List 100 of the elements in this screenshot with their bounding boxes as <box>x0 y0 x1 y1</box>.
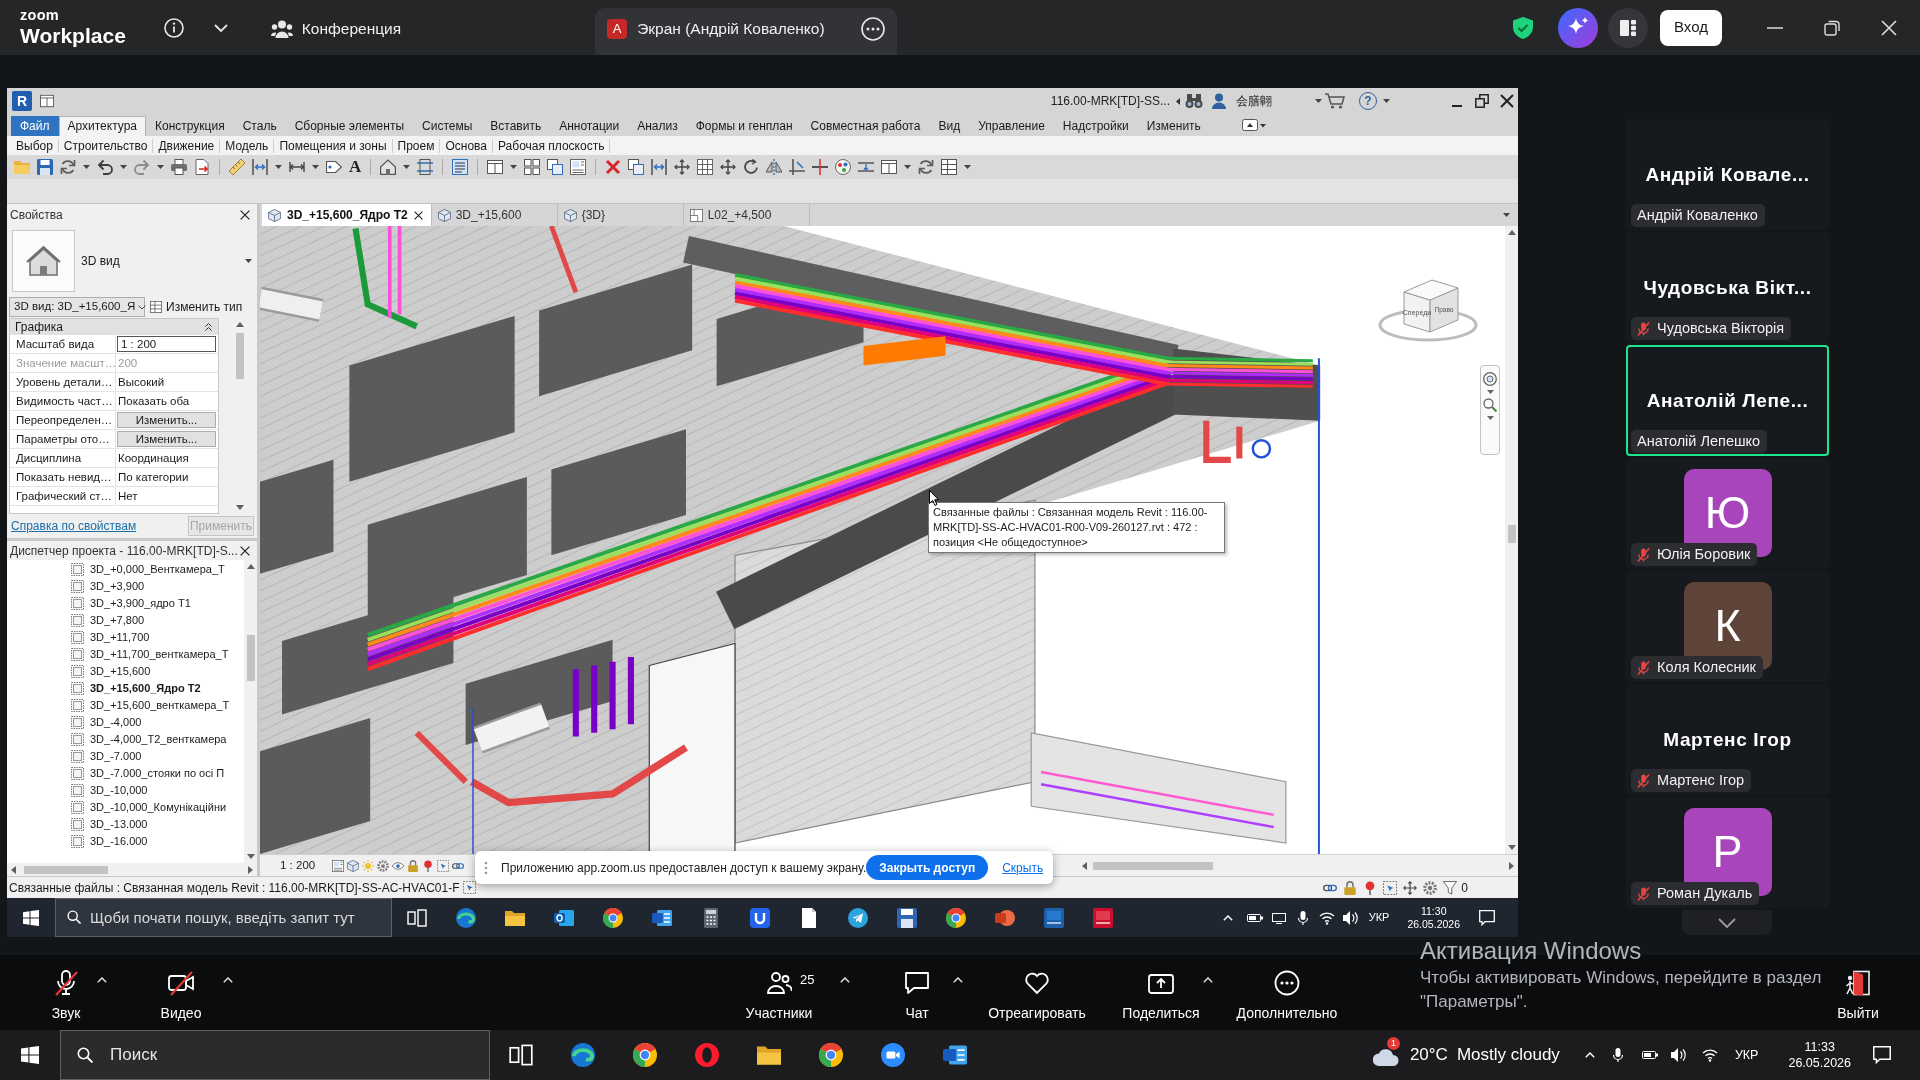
document-tile-icon[interactable] <box>651 907 672 928</box>
scrollbar-thumb[interactable] <box>235 333 244 379</box>
caret-icon[interactable] <box>953 977 963 983</box>
caret-icon[interactable] <box>223 977 233 983</box>
microphone-icon[interactable] <box>1612 1048 1623 1062</box>
stop-sharing-button[interactable]: Закрыть доступ <box>866 855 989 880</box>
caret-icon[interactable] <box>403 165 411 169</box>
tiles-icon[interactable] <box>524 159 541 175</box>
tree-item[interactable]: 3D_+3,900_ядро Т1 <box>71 595 244 612</box>
window-icon[interactable] <box>487 159 504 175</box>
tricolor-circle-icon[interactable] <box>819 1043 843 1067</box>
toolbar-button[interactable]: Чат <box>892 955 942 1030</box>
sync-icon[interactable] <box>60 159 76 175</box>
close-icon[interactable] <box>240 545 250 556</box>
toolbar-button[interactable]: Поделиться <box>1119 955 1203 1030</box>
speaker-icon[interactable] <box>1670 1047 1687 1063</box>
toolbar-button[interactable]: Дополнительно <box>1230 955 1344 1030</box>
window-icon[interactable] <box>881 159 898 175</box>
align-icon[interactable] <box>651 159 668 175</box>
ribbon-panel-tab[interactable]: Выбор <box>11 138 59 153</box>
lock-icon[interactable] <box>407 859 420 872</box>
ribbon-panel-tab[interactable]: Движение <box>153 138 221 153</box>
sheet-icon[interactable] <box>570 159 587 175</box>
ribbon-tab[interactable]: Формы и генплан <box>686 116 802 136</box>
sheet-icon[interactable] <box>332 859 345 872</box>
ribbon-tab[interactable]: Анализ <box>628 116 687 136</box>
tree-item[interactable]: 3D_+7,800 <box>71 612 244 629</box>
delete-icon[interactable] <box>605 159 622 175</box>
info-icon[interactable] <box>163 17 184 38</box>
palette-icon[interactable] <box>835 159 852 175</box>
weather-condition[interactable]: Mostly cloudy <box>1456 1042 1560 1068</box>
gear-icon[interactable] <box>1423 880 1438 895</box>
app-tile-icon[interactable] <box>1092 907 1113 928</box>
split-icon[interactable] <box>812 159 829 175</box>
type-selector[interactable]: 3D вид <box>7 226 257 296</box>
undo-icon[interactable] <box>97 159 113 175</box>
tricolor-circle-icon[interactable] <box>945 907 966 928</box>
house-icon[interactable] <box>380 159 397 175</box>
scroll-up-icon[interactable] <box>235 322 244 327</box>
tree-item[interactable]: 3D_+11,700_венткамера_Т <box>71 646 244 663</box>
dimension-icon[interactable] <box>289 159 305 175</box>
grid-icon[interactable] <box>697 159 714 175</box>
caret-icon[interactable] <box>1503 213 1510 217</box>
language-indicator[interactable]: УКР <box>1734 1045 1759 1065</box>
toolbar-button[interactable]: Отреагировать <box>984 955 1090 1030</box>
windows-logo-icon[interactable] <box>21 1046 39 1064</box>
concentric-circles-icon[interactable] <box>1483 372 1497 386</box>
cart-icon[interactable] <box>1325 93 1345 109</box>
tree-item[interactable]: 3D_-4,000 <box>71 714 244 731</box>
close-icon[interactable] <box>240 210 250 220</box>
scroll-down-icon[interactable] <box>246 854 255 859</box>
restore-icon[interactable] <box>1824 19 1840 36</box>
tree-item[interactable]: 3D_+0,000_Венткамера_Т <box>71 561 244 578</box>
wifi-icon[interactable] <box>1701 1048 1718 1062</box>
ribbon-tab[interactable]: Системы <box>413 116 482 136</box>
user-icon[interactable] <box>1212 93 1226 109</box>
caret-icon[interactable] <box>245 259 252 263</box>
ribbon-panel-tab[interactable]: Строительство <box>58 138 154 153</box>
ribbon-panel-tab[interactable]: Основа <box>440 138 493 153</box>
ribbon-tab[interactable]: Сборные элементы <box>285 116 413 136</box>
monitor-icon[interactable] <box>1271 911 1286 924</box>
offset-icon[interactable] <box>858 159 875 175</box>
window-icon[interactable] <box>40 94 54 108</box>
clock-time[interactable]: 11:33 <box>1788 1039 1851 1055</box>
binoculars-icon[interactable] <box>1185 93 1203 109</box>
zoom-icon[interactable] <box>1483 398 1497 412</box>
video-camera-icon[interactable] <box>881 1043 905 1067</box>
ribbon-panel-tab[interactable]: Модель <box>220 138 275 153</box>
scrollbar-thumb[interactable] <box>1507 525 1516 543</box>
trim-icon[interactable] <box>789 159 806 175</box>
task-view-icon[interactable] <box>406 907 427 928</box>
view-tab[interactable]: 3D_+15,600_Ядро Т2 <box>262 204 432 226</box>
tree-item[interactable]: 3D_+15,600_Ядро Т2 <box>71 680 244 697</box>
copy-icon[interactable] <box>628 159 645 175</box>
wave-circle-icon[interactable] <box>455 907 476 928</box>
printer-icon[interactable] <box>171 159 187 175</box>
ribbon-tab[interactable]: Архитектура <box>58 116 147 136</box>
scroll-left-icon[interactable] <box>1082 861 1087 870</box>
cube-icon[interactable] <box>347 859 360 872</box>
tree-item[interactable]: 3D_+3,900 <box>71 578 244 595</box>
ribbon-tab[interactable]: Файл <box>11 116 59 136</box>
task-view-icon[interactable] <box>509 1043 533 1067</box>
clock-date[interactable]: 26.05.2026 <box>1407 917 1460 931</box>
app-tile-icon[interactable] <box>1043 907 1064 928</box>
search-field[interactable]: Щоби почати пошук, введіть запит тут <box>55 898 392 937</box>
chevron-down-icon[interactable] <box>138 304 147 310</box>
wave-circle-icon[interactable] <box>571 1043 595 1067</box>
move-icon[interactable] <box>720 159 737 175</box>
scroll-right-icon[interactable] <box>248 865 253 874</box>
ribbon-tab[interactable]: Вид <box>929 116 970 136</box>
more-icon[interactable] <box>861 16 886 41</box>
hide-link[interactable]: Скрыть <box>1002 858 1044 877</box>
selection-box-icon[interactable] <box>1383 880 1398 895</box>
scroll-right-icon[interactable] <box>1509 861 1514 870</box>
property-edit-button[interactable]: Изменить... <box>117 431 216 447</box>
vertical-scrollbar[interactable] <box>1505 226 1518 854</box>
chevron-up-icon[interactable] <box>1222 914 1233 921</box>
tree-item[interactable]: 3D_-10,000 <box>71 782 244 799</box>
wifi-icon[interactable] <box>1318 910 1335 925</box>
notification-icon[interactable] <box>1479 909 1495 926</box>
